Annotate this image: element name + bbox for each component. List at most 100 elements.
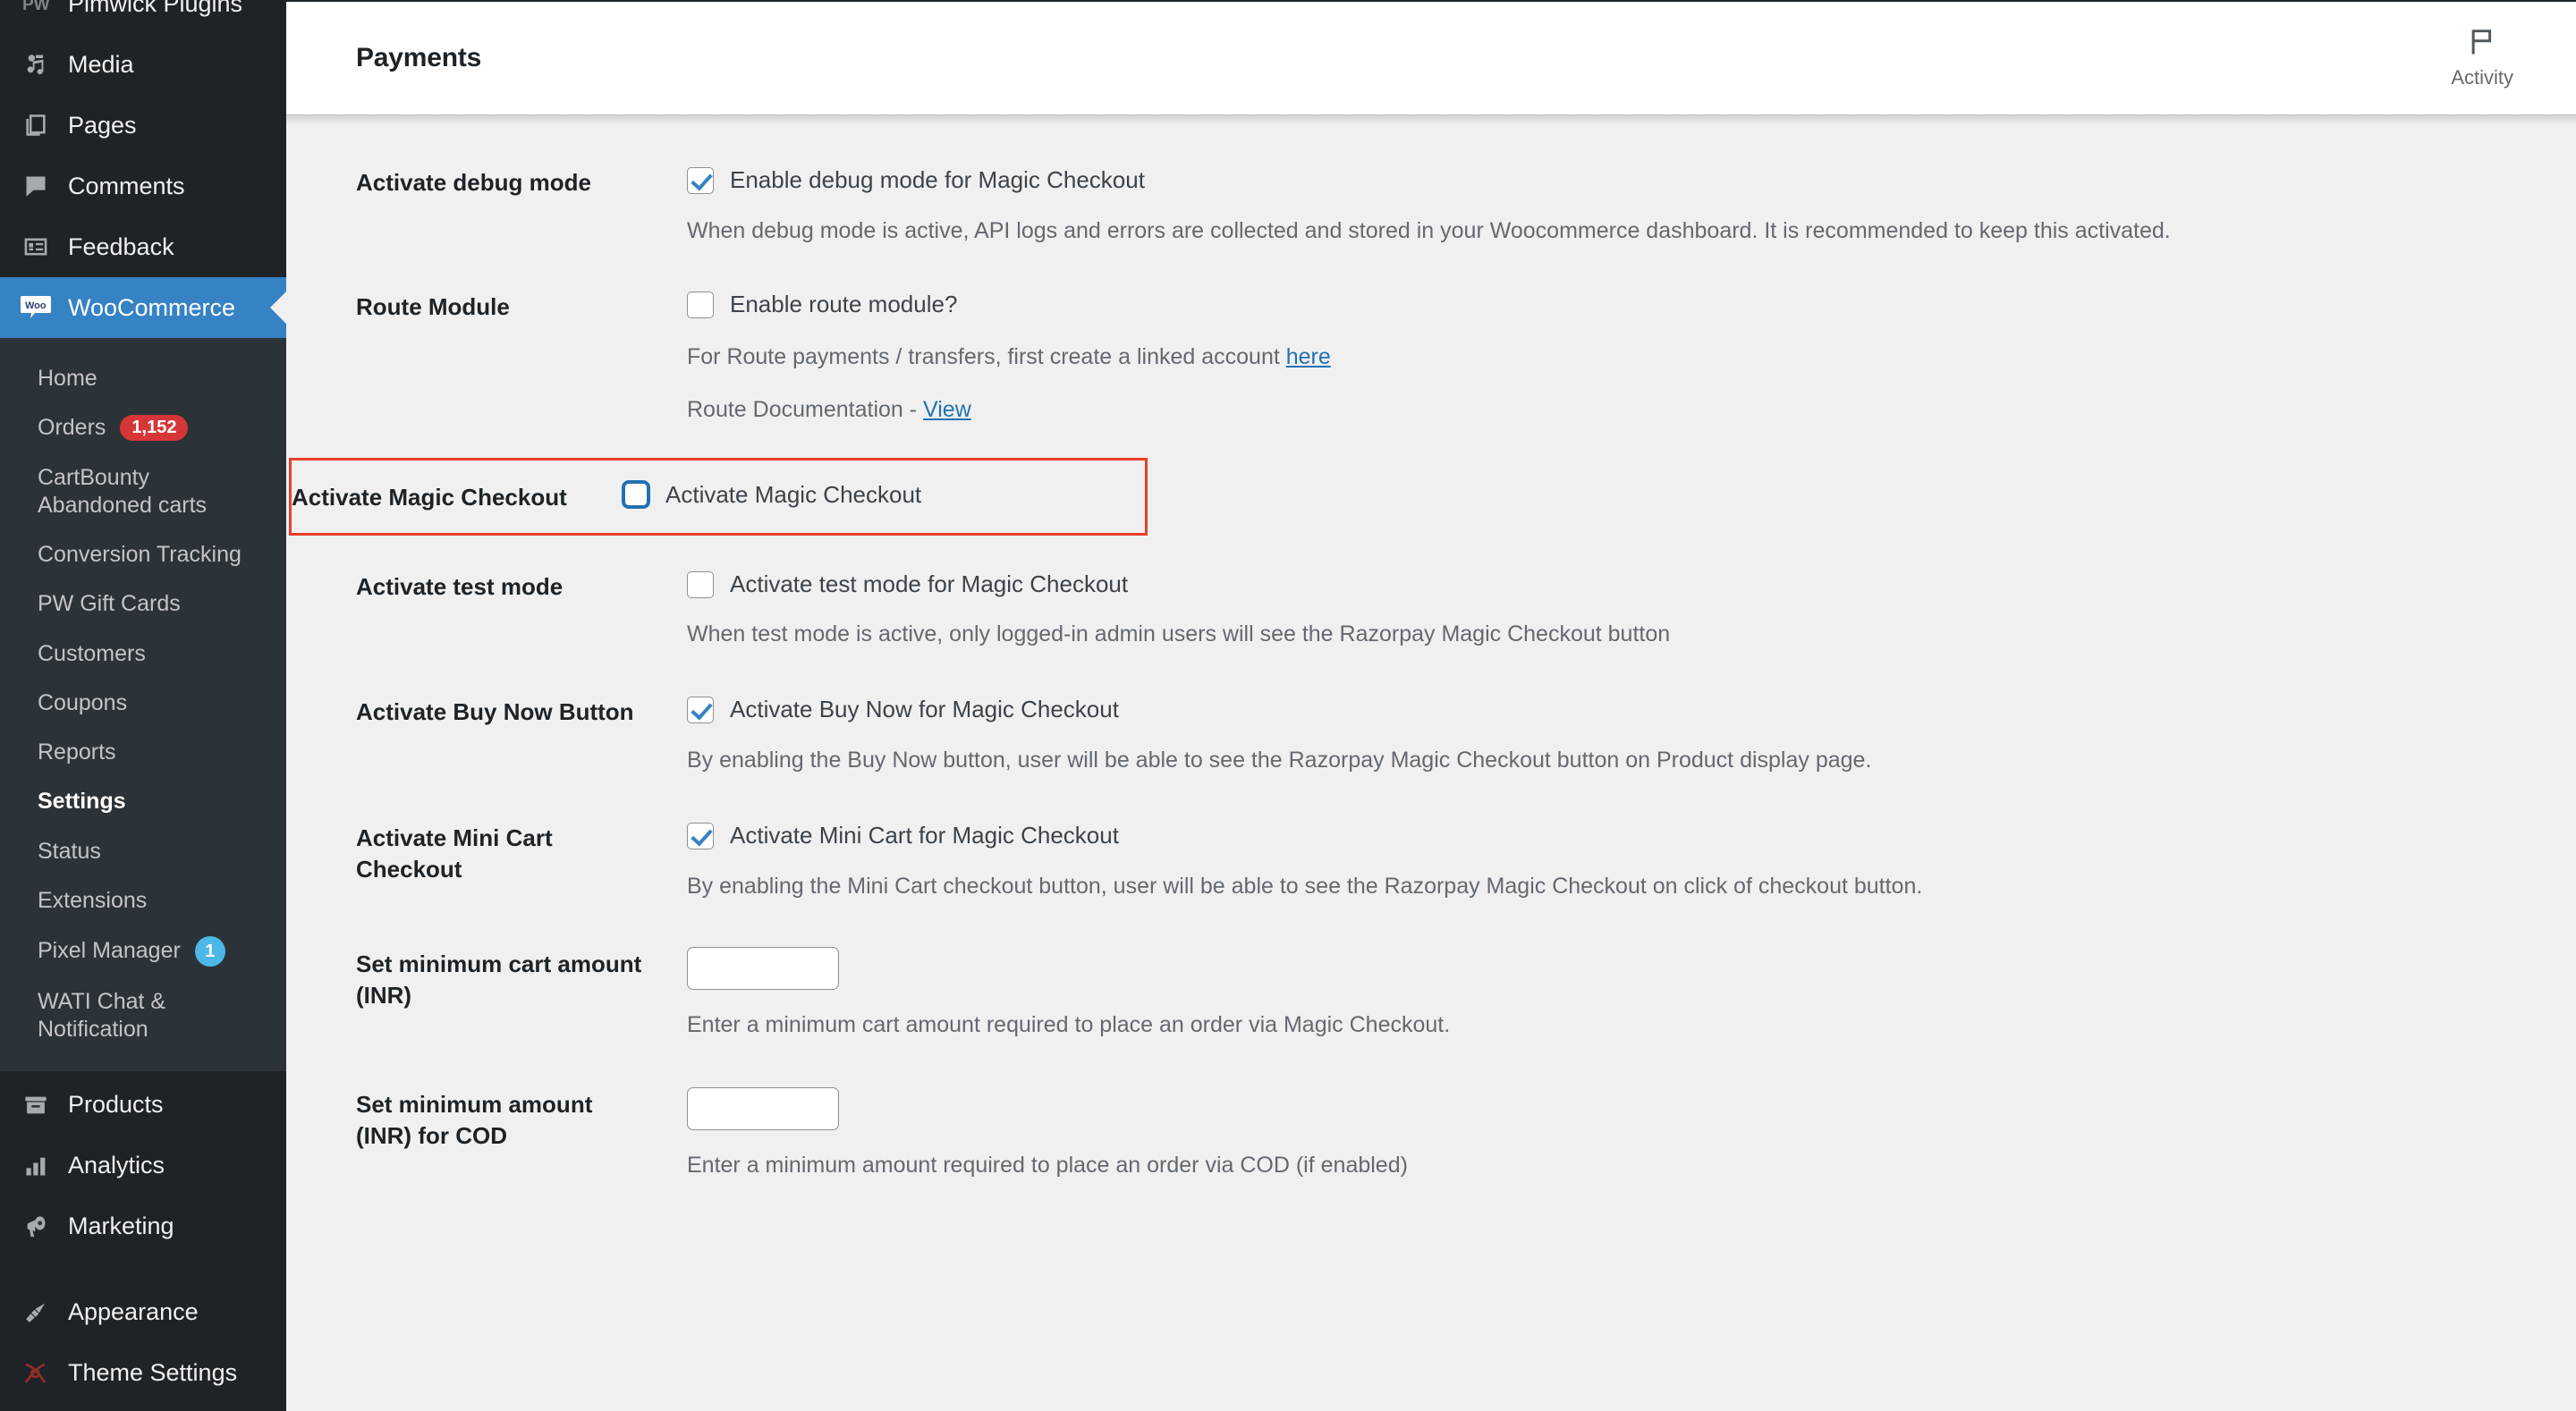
sidebar-item-media[interactable]: Media <box>0 34 286 95</box>
submenu-item-label: Settings <box>38 789 126 815</box>
activity-button[interactable]: Activity <box>2451 28 2533 89</box>
submenu-item-label: PW Gift Cards <box>38 591 181 617</box>
setting-label: Activate Magic Checkout <box>292 483 567 511</box>
sidebar-item-label: Media <box>68 50 134 78</box>
submenu-item-label: Pixel Manager <box>38 938 181 964</box>
route-linked-account-link[interactable]: here <box>1286 344 1331 369</box>
setting-row-min-cod-amount: Set minimum amount (INR) for COD Enter a… <box>286 1087 2576 1181</box>
magic-checkout-checkbox-line[interactable]: Activate Magic Checkout <box>623 480 1145 511</box>
submenu-item-extensions[interactable]: Extensions <box>0 876 286 925</box>
route-description-text: For Route payments / transfers, first cr… <box>687 343 1286 369</box>
setting-row-test-mode: Activate test mode Activate test mode fo… <box>286 570 2576 651</box>
orders-count-badge: 1,152 <box>120 415 189 442</box>
submenu-item-conversion-tracking[interactable]: Conversion Tracking <box>0 530 286 579</box>
setting-field: Activate Buy Now for Magic Checkout By e… <box>651 695 2576 776</box>
media-icon <box>20 48 52 80</box>
sidebar-item-label: Marketing <box>68 1212 174 1240</box>
activity-label: Activity <box>2451 65 2513 89</box>
mini-cart-description: By enabling the Mini Cart checkout butto… <box>687 874 1923 900</box>
sidebar-item-label: Analytics <box>68 1152 165 1179</box>
route-module-description: For Route payments / transfers, first cr… <box>687 342 2576 373</box>
comments-icon <box>20 170 52 202</box>
submenu-item-coupons[interactable]: Coupons <box>0 679 286 728</box>
buy-now-checkbox-line[interactable]: Activate Buy Now for Magic Checkout <box>687 695 2576 725</box>
test-mode-checkbox[interactable] <box>687 570 714 598</box>
woocommerce-submenu: Home Orders 1,152 CartBounty Abandoned c… <box>0 338 286 1071</box>
submenu-item-wati-chat[interactable]: WATI Chat & Notification <box>0 977 286 1055</box>
page-title: Payments <box>356 43 482 72</box>
sidebar-item-appearance[interactable]: Appearance <box>0 1282 286 1343</box>
sidebar-divider <box>0 1257 286 1282</box>
buy-now-description: By enabling the Buy Now button, user wil… <box>687 748 1872 773</box>
sidebar-item-pimwick-plugins[interactable]: PW Pimwick Plugins <box>0 0 286 34</box>
setting-label: Activate Mini Cart Checkout <box>356 824 553 883</box>
setting-row-magic-checkout: Activate Magic Checkout Activate Magic C… <box>289 457 1148 536</box>
theme-settings-icon <box>20 1357 52 1390</box>
route-module-checkbox[interactable] <box>687 291 714 318</box>
marketing-icon <box>20 1211 52 1243</box>
submenu-item-pw-gift-cards[interactable]: PW Gift Cards <box>0 579 286 629</box>
magic-checkout-checkbox[interactable] <box>623 481 649 509</box>
sidebar-item-pages[interactable]: Pages <box>0 95 286 156</box>
submenu-item-label: Reports <box>38 739 116 765</box>
setting-field: Activate Mini Cart for Magic Checkout By… <box>651 821 2576 902</box>
setting-label: Activate debug mode <box>356 169 591 196</box>
buy-now-checkbox[interactable] <box>687 697 714 724</box>
min-cod-amount-description: Enter a minimum amount required to place… <box>687 1153 1408 1179</box>
pages-icon <box>20 109 52 141</box>
min-cart-amount-input[interactable] <box>687 947 839 991</box>
sidebar-item-products[interactable]: Products <box>0 1071 286 1136</box>
analytics-icon <box>20 1150 52 1182</box>
submenu-item-customers[interactable]: Customers <box>0 629 286 679</box>
sidebar-item-analytics[interactable]: Analytics <box>0 1136 286 1196</box>
route-module-checkbox-line[interactable]: Enable route module? <box>687 290 2576 320</box>
test-mode-description: When test mode is active, only logged-in… <box>687 621 1671 647</box>
submenu-item-label: Coupons <box>38 689 128 715</box>
submenu-item-reports[interactable]: Reports <box>0 728 286 777</box>
setting-row-route-module: Route Module Enable route module? For Ro… <box>286 290 2576 426</box>
min-cod-amount-input[interactable] <box>687 1087 839 1131</box>
sidebar-item-label: Appearance <box>68 1298 199 1326</box>
setting-label: Route Module <box>356 292 510 320</box>
pixel-manager-count-badge: 1 <box>194 936 225 967</box>
admin-sidebar: PW Pimwick Plugins Media Pages Comments … <box>0 0 286 1411</box>
sidebar-item-woocommerce[interactable]: Woo WooCommerce <box>0 277 286 338</box>
sidebar-item-feedback[interactable]: Feedback <box>0 216 286 277</box>
submenu-item-label: Extensions <box>38 887 148 913</box>
route-documentation-line: Route Documentation - View <box>687 394 2576 426</box>
setting-row-min-cart-amount: Set minimum cart amount (INR) Enter a mi… <box>286 947 2576 1041</box>
submenu-item-cartbounty[interactable]: CartBounty Abandoned carts <box>0 453 286 531</box>
route-documentation-view-link[interactable]: View <box>923 397 971 422</box>
svg-text:Woo: Woo <box>25 300 47 311</box>
sidebar-item-label: Theme Settings <box>68 1359 238 1387</box>
setting-row-mini-cart: Activate Mini Cart Checkout Activate Min… <box>286 821 2576 902</box>
sidebar-item-theme-settings[interactable]: Theme Settings <box>0 1343 286 1404</box>
submenu-item-label: Status <box>38 838 101 864</box>
test-mode-checkbox-line[interactable]: Activate test mode for Magic Checkout <box>687 570 2576 600</box>
submenu-item-settings[interactable]: Settings <box>0 777 286 826</box>
magic-checkout-checkbox-label: Activate Magic Checkout <box>665 480 922 508</box>
settings-content: Activate debug mode Enable debug mode fo… <box>286 115 2576 1411</box>
test-mode-checkbox-label: Activate test mode for Magic Checkout <box>730 570 1129 597</box>
submenu-item-label: Conversion Tracking <box>38 542 242 567</box>
submenu-item-label: Customers <box>38 640 146 666</box>
setting-field: Enter a minimum amount required to place… <box>651 1087 2576 1181</box>
sidebar-item-comments[interactable]: Comments <box>0 156 286 216</box>
submenu-item-pixel-manager[interactable]: Pixel Manager 1 <box>0 925 286 977</box>
submenu-item-status[interactable]: Status <box>0 827 286 876</box>
svg-text:PW: PW <box>22 0 49 14</box>
setting-label: Activate test mode <box>356 572 564 600</box>
debug-mode-checkbox-line[interactable]: Enable debug mode for Magic Checkout <box>687 165 2576 196</box>
debug-mode-checkbox[interactable] <box>687 166 714 194</box>
sidebar-item-marketing[interactable]: Marketing <box>0 1196 286 1257</box>
page-header: Payments Activity <box>286 2 2576 125</box>
debug-mode-checkbox-label: Enable debug mode for Magic Checkout <box>730 166 1145 193</box>
submenu-item-home[interactable]: Home <box>0 354 286 403</box>
setting-field: Enable route module? For Route payments … <box>651 290 2576 426</box>
mini-cart-checkbox-line[interactable]: Activate Mini Cart for Magic Checkout <box>687 821 2576 851</box>
submenu-item-orders[interactable]: Orders 1,152 <box>0 403 286 452</box>
feedback-icon <box>20 231 52 263</box>
setting-label: Activate Buy Now Button <box>356 698 634 726</box>
sidebar-top-menu: PW Pimwick Plugins Media Pages Comments … <box>0 0 286 338</box>
mini-cart-checkbox[interactable] <box>687 823 714 850</box>
